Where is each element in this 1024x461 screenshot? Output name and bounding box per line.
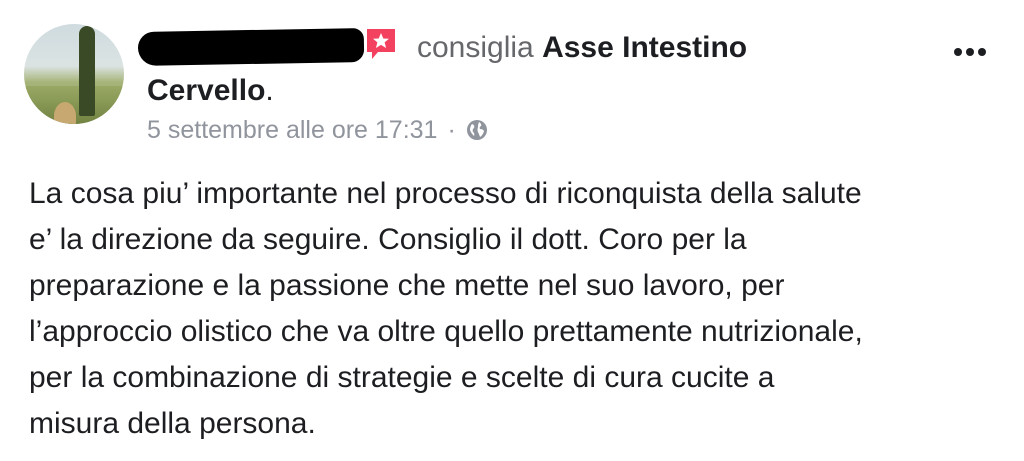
post-body-line: l’approccio olistico che va oltre quello… <box>29 315 863 348</box>
meta-separator: · <box>447 116 456 144</box>
post-body-line: e’ la direzione da seguire. Consiglio il… <box>29 223 747 256</box>
redacted-author-name <box>137 28 365 66</box>
page-name-link[interactable]: Asse Intestino <box>542 31 747 64</box>
post-meta: 5 settembre alle ore 17:31 · <box>147 116 488 144</box>
avatar-tree <box>79 26 95 116</box>
more-dot <box>966 48 974 56</box>
author-avatar[interactable] <box>24 24 124 124</box>
post-timestamp[interactable]: 5 settembre alle ore 17:31 <box>147 116 437 144</box>
post-body-line: per la combinazione di strategie e scelt… <box>29 361 775 394</box>
post-header-line-2: Cervello. <box>147 74 274 108</box>
header-period: . <box>265 74 274 107</box>
post-header-line-1: consiglia Asse Intestino <box>417 31 747 65</box>
more-options-button[interactable] <box>945 40 995 64</box>
post-body-line: La cosa piu’ importante nel processo di … <box>29 177 862 210</box>
more-dot <box>954 48 962 56</box>
star-flag-icon <box>367 29 395 59</box>
page-name-link-continued[interactable]: Cervello <box>147 74 265 107</box>
post-body-line: misura della persona. <box>29 407 316 440</box>
post-body: La cosa piu’ importante nel processo di … <box>29 171 1009 447</box>
more-dot <box>978 48 986 56</box>
globe-icon[interactable] <box>466 119 488 141</box>
avatar-person <box>54 102 76 124</box>
post-body-line: preparazione e la passione che mette nel… <box>29 269 785 302</box>
recommend-verb: consiglia <box>417 31 534 64</box>
